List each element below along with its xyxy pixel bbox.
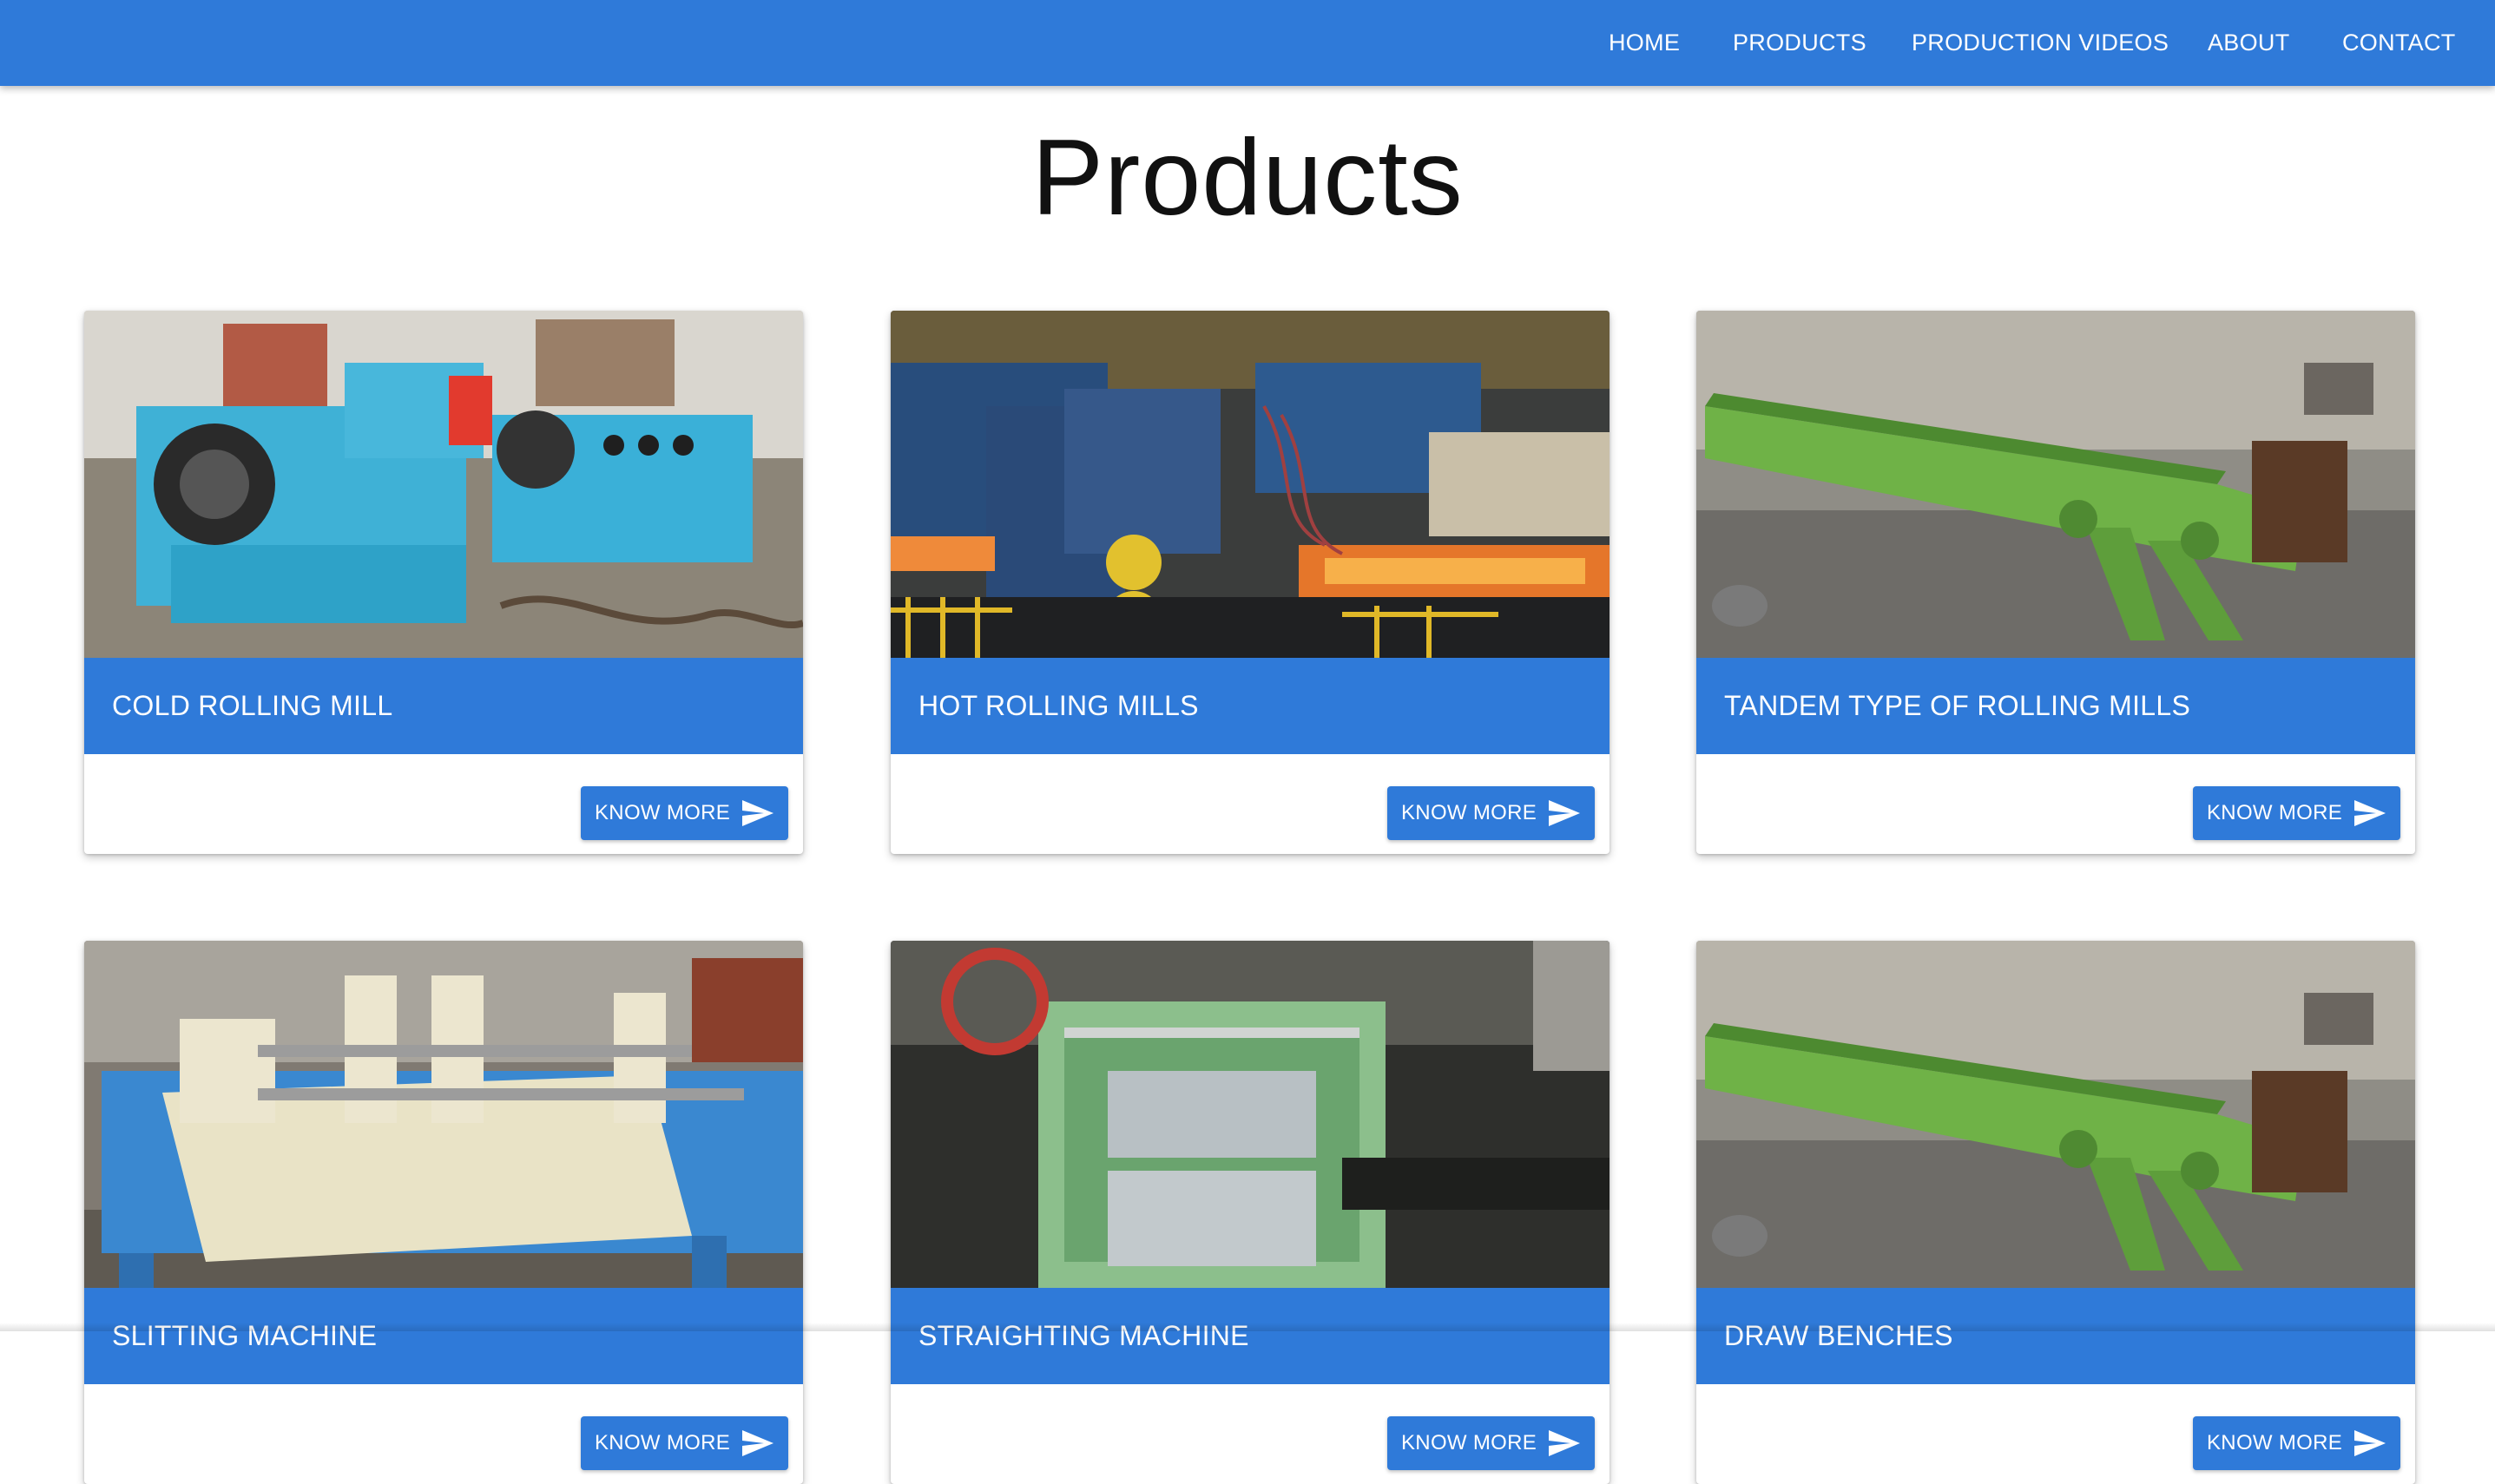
product-title: HOT ROLLING MILLS (918, 690, 1199, 721)
know-more-label: KNOW MORE (1401, 801, 1537, 824)
card-title-bar: DRAW BENCHES (1696, 1288, 2415, 1384)
card-title-bar: COLD ROLLING MILL (84, 658, 803, 754)
nav-home-link[interactable]: HOME (1609, 0, 1680, 86)
product-card: DRAW BENCHES KNOW MORE (1696, 941, 2415, 1484)
send-icon (1549, 1430, 1580, 1456)
send-icon (2354, 800, 2386, 826)
product-card: COLD ROLLING MILL KNOW MORE (84, 311, 803, 854)
product-image-cold-rolling-mill[interactable] (84, 311, 803, 658)
card-title-bar: STRAIGHTING MACHINE (891, 1288, 1610, 1384)
know-more-button[interactable]: KNOW MORE (2193, 786, 2400, 840)
card-title-bar: HOT ROLLING MILLS (891, 658, 1610, 754)
product-image-tandem-rolling-mills[interactable] (1696, 311, 2415, 658)
product-card: STRAIGHTING MACHINE KNOW MORE (891, 941, 1610, 1484)
know-more-label: KNOW MORE (595, 801, 731, 824)
product-title: COLD ROLLING MILL (112, 690, 393, 721)
product-image-straighting-machine[interactable] (891, 941, 1610, 1288)
card-title-bar: TANDEM TYPE OF ROLLING MILLS (1696, 658, 2415, 754)
page-title: Products (1031, 118, 1464, 238)
product-card: TANDEM TYPE OF ROLLING MILLS KNOW MORE (1696, 311, 2415, 854)
nav-products-link[interactable]: PRODUCTS (1733, 0, 1866, 86)
product-title: TANDEM TYPE OF ROLLING MILLS (1724, 690, 2191, 721)
send-icon (742, 800, 774, 826)
send-icon (1549, 800, 1580, 826)
know-more-label: KNOW MORE (595, 1431, 731, 1454)
send-icon (742, 1430, 774, 1456)
viewport-bottom-shadow (0, 1323, 2495, 1331)
product-card: HOT ROLLING MILLS KNOW MORE (891, 311, 1610, 854)
product-title: DRAW BENCHES (1724, 1320, 1953, 1351)
product-image-draw-benches[interactable] (1696, 941, 2415, 1288)
know-more-button[interactable]: KNOW MORE (1387, 1416, 1595, 1470)
product-card: SLITTING MACHINE KNOW MORE (84, 941, 803, 1484)
top-navbar: HOME PRODUCTS PRODUCTION VIDEOS ABOUT CO… (0, 0, 2495, 86)
know-more-label: KNOW MORE (1401, 1431, 1537, 1454)
nav-production-videos-link[interactable]: PRODUCTION VIDEOS (1912, 0, 2169, 86)
know-more-button[interactable]: KNOW MORE (2193, 1416, 2400, 1470)
send-icon (2354, 1430, 2386, 1456)
product-title: STRAIGHTING MACHINE (918, 1320, 1249, 1351)
card-title-bar: SLITTING MACHINE (84, 1288, 803, 1384)
know-more-label: KNOW MORE (2207, 1431, 2343, 1454)
product-image-slitting-machine[interactable] (84, 941, 803, 1288)
know-more-button[interactable]: KNOW MORE (581, 786, 788, 840)
know-more-label: KNOW MORE (2207, 801, 2343, 824)
nav-contact-link[interactable]: CONTACT (2342, 0, 2456, 86)
nav-about-link[interactable]: ABOUT (2208, 0, 2290, 86)
product-image-hot-rolling-mills[interactable] (891, 311, 1610, 658)
know-more-button[interactable]: KNOW MORE (1387, 786, 1595, 840)
product-title: SLITTING MACHINE (112, 1320, 378, 1351)
know-more-button[interactable]: KNOW MORE (581, 1416, 788, 1470)
